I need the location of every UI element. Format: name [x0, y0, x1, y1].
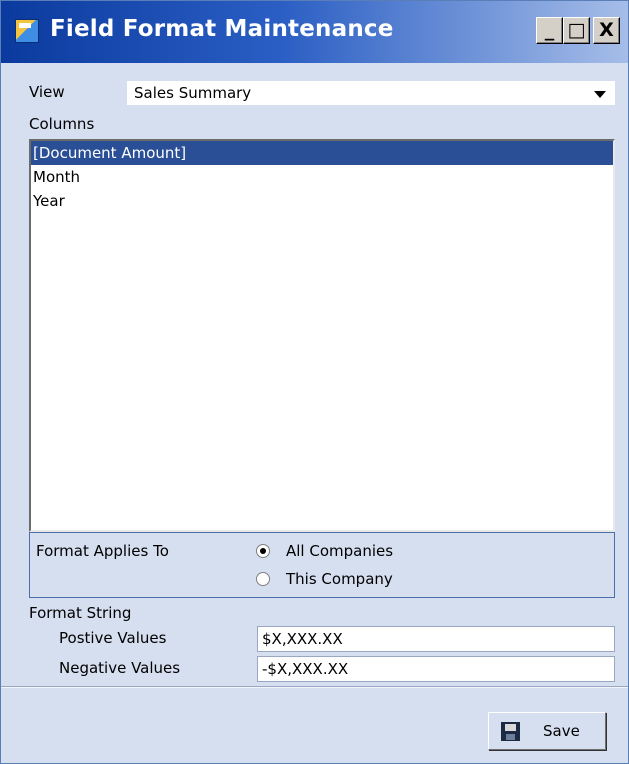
this-company-radio[interactable]: [256, 572, 270, 586]
minimize-button[interactable]: _: [536, 17, 563, 44]
window-title: Field Format Maintenance: [50, 16, 394, 42]
footer-divider: [1, 686, 628, 688]
negative-values-label: Negative Values: [59, 659, 181, 677]
columns-list-item[interactable]: Year: [31, 189, 613, 213]
columns-listbox[interactable]: [Document Amount] Month Year: [29, 139, 615, 532]
title-bar[interactable]: Field Format Maintenance _ □ X: [1, 1, 628, 63]
floppy-disk-icon: [501, 722, 520, 741]
this-company-label[interactable]: This Company: [286, 570, 393, 588]
dialog-body: View Sales Summary Columns [Document Amo…: [1, 63, 628, 763]
negative-values-text[interactable]: -$X,XXX.XX: [262, 660, 348, 678]
maximize-button[interactable]: □: [563, 17, 590, 44]
all-companies-label[interactable]: All Companies: [286, 542, 393, 560]
positive-values-text[interactable]: $X,XXX.XX: [262, 630, 343, 648]
view-dropdown[interactable]: Sales Summary: [127, 81, 615, 105]
columns-label: Columns: [29, 115, 95, 133]
save-button-label: Save: [543, 722, 580, 740]
close-button[interactable]: X: [593, 17, 620, 44]
positive-values-field[interactable]: $X,XXX.XX: [257, 626, 615, 652]
columns-list-item[interactable]: Month: [31, 165, 613, 189]
format-applies-to-label: Format Applies To: [36, 542, 169, 560]
format-applies-to-group: Format Applies To All Companies This Com…: [29, 532, 615, 598]
columns-list-item[interactable]: [Document Amount]: [31, 141, 613, 165]
field-format-maintenance-window: Field Format Maintenance _ □ X View Sale…: [0, 0, 629, 764]
view-label: View: [29, 83, 65, 101]
view-selected-value: Sales Summary: [134, 84, 252, 102]
save-button[interactable]: Save: [488, 712, 606, 750]
format-string-label: Format String: [29, 604, 132, 622]
negative-values-field[interactable]: -$X,XXX.XX: [257, 656, 615, 682]
chevron-down-icon[interactable]: [594, 91, 606, 98]
all-companies-radio[interactable]: [256, 544, 270, 558]
positive-values-label: Postive Values: [59, 629, 167, 647]
app-icon: [15, 19, 39, 43]
